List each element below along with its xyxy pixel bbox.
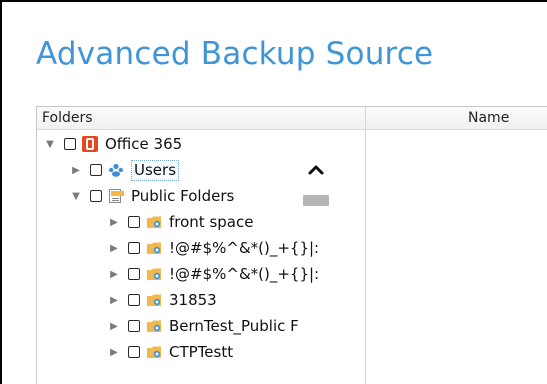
scroll-up-icon[interactable]: [307, 162, 325, 178]
tree-label: 31853: [169, 291, 217, 309]
collapse-arrow-icon[interactable]: ▶: [107, 319, 121, 333]
tree-label: !@#$%^&*()_+{}|:: [169, 239, 320, 257]
collapse-arrow-icon[interactable]: ▶: [107, 241, 121, 255]
collapse-arrow-icon[interactable]: ▶: [107, 345, 121, 359]
checkbox-folder[interactable]: [128, 216, 140, 228]
page-title: Advanced Backup Source: [36, 36, 434, 72]
expand-arrow-icon[interactable]: ▼: [43, 137, 57, 151]
column-header-bar: Folders Name: [37, 107, 547, 130]
column-header-folders[interactable]: Folders: [42, 110, 93, 126]
checkbox-office365[interactable]: [64, 138, 76, 150]
users-icon: [108, 162, 124, 178]
folder-icon: [146, 214, 162, 230]
folder-icon: [146, 266, 162, 282]
expand-arrow-icon[interactable]: ▼: [69, 189, 83, 203]
checkbox-folder[interactable]: [128, 268, 140, 280]
tree-label: !@#$%^&*()_+{}|:: [169, 265, 320, 283]
checkbox-folder[interactable]: [128, 242, 140, 254]
checkbox-folder[interactable]: [128, 346, 140, 358]
tree-label: Public Folders: [131, 187, 235, 205]
tree-label: front space: [169, 213, 254, 231]
collapse-arrow-icon[interactable]: ▶: [107, 293, 121, 307]
tree-row-office365[interactable]: ▼ Office 365: [43, 131, 182, 157]
tree-row-folder[interactable]: ▶ CTPTestt: [107, 339, 233, 365]
tree-row-users[interactable]: ▶ Users: [69, 157, 180, 183]
office365-icon: [82, 136, 98, 152]
tree-row-folder[interactable]: ▶ BernTest_Public F: [107, 313, 299, 339]
checkbox-users[interactable]: [90, 164, 102, 176]
tree-label: CTPTestt: [169, 343, 234, 361]
folder-icon: [146, 240, 162, 256]
column-divider[interactable]: [365, 107, 366, 384]
dialog-window: Advanced Backup Source Folders Name ▼ Of…: [2, 2, 547, 384]
tree-row-folder[interactable]: ▶ !@#$%^&*()_+{}|:: [107, 261, 319, 287]
checkbox-public-folders[interactable]: [90, 190, 102, 202]
collapse-arrow-icon[interactable]: ▶: [107, 215, 121, 229]
tree-row-folder[interactable]: ▶ !@#$%^&*()_+{}|:: [107, 235, 319, 261]
tree-row-folder[interactable]: ▶ front space: [107, 209, 253, 235]
tree-label: Users: [131, 159, 180, 181]
tree-row-public-folders[interactable]: ▼ Public Folders: [69, 183, 234, 209]
folder-icon: [146, 318, 162, 334]
public-folders-icon: [108, 188, 124, 204]
tree-label: Office 365: [105, 135, 183, 153]
tree-row-folder[interactable]: ▶ 31853: [107, 287, 217, 313]
folder-tree-pane: Folders Name ▼ Office 365 ▶ Users ▼ Publ…: [36, 106, 547, 384]
scrollbar-thumb[interactable]: [303, 195, 329, 206]
checkbox-folder[interactable]: [128, 320, 140, 332]
column-header-name[interactable]: Name: [468, 110, 509, 126]
folder-icon: [146, 344, 162, 360]
collapse-arrow-icon[interactable]: ▶: [69, 163, 83, 177]
folder-icon: [146, 292, 162, 308]
tree-label: BernTest_Public F: [169, 317, 299, 335]
collapse-arrow-icon[interactable]: ▶: [107, 267, 121, 281]
checkbox-folder[interactable]: [128, 294, 140, 306]
